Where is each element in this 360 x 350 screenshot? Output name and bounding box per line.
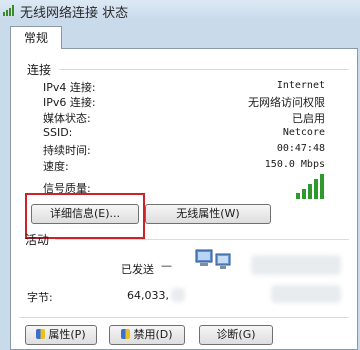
signal-bars-icon: [296, 174, 324, 199]
shield-icon: [121, 329, 131, 339]
ipv4-value: Internet: [276, 80, 325, 91]
ipv6-label: IPv6 连接:: [43, 96, 96, 109]
activity-heading: 活动: [25, 233, 50, 247]
general-panel: 连接 IPv4 连接: Internet IPv6 连接: 无网络访问权限 媒体…: [10, 48, 358, 350]
properties-label: 属性(P): [48, 328, 86, 341]
wireless-properties-button[interactable]: 无线属性(W): [145, 204, 271, 224]
duration-label: 持续时间:: [43, 144, 91, 157]
disable-button[interactable]: 禁用(D): [109, 325, 185, 345]
bytes-sent-value: 64,033,: [127, 289, 169, 302]
activity-divider: [55, 239, 349, 240]
ipv4-label: IPv4 连接:: [43, 81, 96, 94]
media-status-label: 媒体状态:: [43, 112, 91, 125]
connection-divider: [59, 69, 349, 70]
diagnose-button[interactable]: 诊断(G): [199, 325, 273, 345]
ssid-value: Netcore: [282, 127, 325, 138]
wifi-status-icon: [3, 5, 14, 16]
sent-label: 已发送: [121, 263, 154, 276]
speed-label: 速度:: [43, 160, 69, 173]
speed-value: 150.0 Mbps: [264, 159, 325, 170]
received-blur: [251, 255, 341, 275]
ipv6-value: 无网络访问权限: [248, 96, 325, 109]
properties-button[interactable]: 属性(P): [25, 325, 97, 345]
bytes-received-blur: [271, 285, 341, 303]
bytes-sent-blur: [171, 288, 185, 302]
connection-heading: 连接: [27, 63, 52, 77]
shield-icon: [36, 329, 46, 339]
sent-dash: —: [161, 259, 172, 272]
title-bar: 无线网络连接 状态: [0, 0, 360, 22]
media-status-value: 已启用: [292, 112, 325, 125]
disable-label: 禁用(D): [133, 328, 173, 341]
ssid-label: SSID:: [43, 126, 73, 139]
tab-general[interactable]: 常规: [10, 26, 62, 49]
window-title: 无线网络连接 状态: [20, 6, 129, 21]
footer-divider: [19, 317, 349, 318]
network-computers-icon: [195, 249, 231, 269]
duration-value: 00:47:48: [276, 143, 325, 154]
bytes-label: 字节:: [27, 291, 53, 304]
